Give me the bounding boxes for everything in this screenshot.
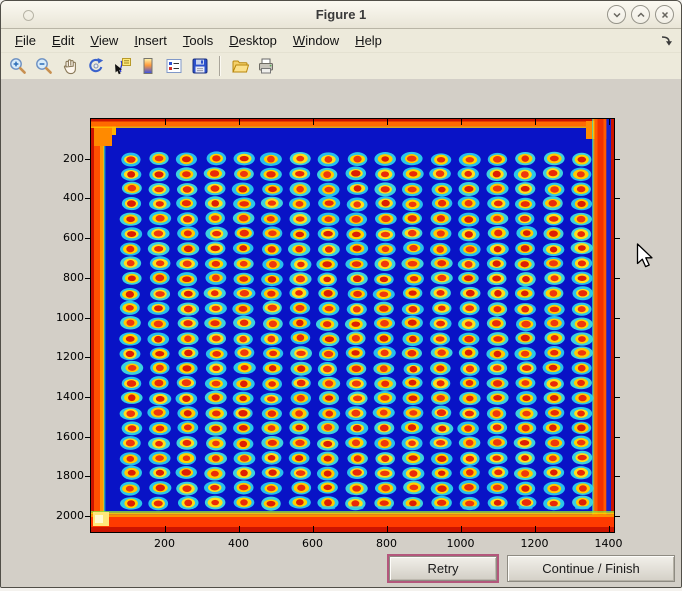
y-tick-mark-right — [615, 318, 620, 319]
x-tick-label: 800 — [365, 537, 409, 550]
y-tick-label: 1200 — [39, 350, 84, 363]
print-icon[interactable] — [255, 55, 277, 77]
menu-bar: FileEditViewInsertToolsDesktopWindowHelp — [1, 29, 681, 53]
x-tick-mark-top — [535, 119, 536, 125]
dock-figure-icon[interactable] — [659, 34, 673, 53]
menu-edit[interactable]: Edit — [44, 31, 82, 50]
x-tick-mark — [609, 526, 610, 532]
menu-window[interactable]: Window — [285, 31, 347, 50]
y-tick-mark-right — [615, 238, 620, 239]
open-folder-icon[interactable] — [229, 55, 251, 77]
menu-tools[interactable]: Tools — [175, 31, 221, 50]
x-tick-mark — [313, 526, 314, 532]
x-tick-mark — [387, 526, 388, 532]
y-tick-mark-right — [615, 198, 620, 199]
zoom-out-icon[interactable] — [33, 55, 55, 77]
figure-canvas: Retry Continue / Finish 200 400 600 800 1000… — [1, 79, 681, 587]
insert-legend-icon[interactable] — [163, 55, 185, 77]
y-tick-mark — [85, 238, 90, 239]
x-tick-label: 600 — [291, 537, 335, 550]
save-icon[interactable] — [189, 55, 211, 77]
x-tick-mark-top — [609, 119, 610, 125]
y-tick-mark — [85, 397, 90, 398]
x-tick-mark-top — [313, 119, 314, 125]
y-tick-mark-right — [615, 437, 620, 438]
x-tick-mark — [165, 526, 166, 532]
y-tick-mark-right — [615, 159, 620, 160]
y-tick-label: 1600 — [39, 430, 84, 443]
window-title: Figure 1 — [316, 7, 367, 22]
x-tick-mark — [239, 526, 240, 532]
y-tick-mark — [85, 159, 90, 160]
x-tick-mark-top — [387, 119, 388, 125]
zoom-in-icon[interactable] — [7, 55, 29, 77]
y-tick-mark-right — [615, 397, 620, 398]
window-controls — [607, 5, 674, 24]
x-tick-label: 1200 — [513, 537, 557, 550]
y-tick-mark-right — [615, 476, 620, 477]
x-tick-mark-top — [165, 119, 166, 125]
y-tick-label: 800 — [39, 271, 84, 284]
retry-button[interactable]: Retry — [387, 554, 499, 583]
maximize-button[interactable] — [631, 5, 650, 24]
y-tick-label: 1000 — [39, 311, 84, 324]
retry-button-label: Retry — [427, 561, 458, 576]
colorbar-icon[interactable] — [137, 55, 159, 77]
y-tick-label: 400 — [39, 191, 84, 204]
chevron-down-icon — [612, 10, 622, 20]
menu-file[interactable]: File — [7, 31, 44, 50]
y-tick-mark-right — [615, 516, 620, 517]
x-tick-mark — [535, 526, 536, 532]
y-tick-mark-right — [615, 278, 620, 279]
minimize-button[interactable] — [607, 5, 626, 24]
pan-icon[interactable] — [59, 55, 81, 77]
figure-window: Figure 1 FileEditViewInsertToolsDesktopW… — [0, 0, 682, 588]
x-tick-mark — [461, 526, 462, 532]
close-button[interactable] — [655, 5, 674, 24]
heatmap-image — [91, 119, 614, 532]
figure-toolbar — [1, 53, 681, 80]
y-tick-label: 1800 — [39, 469, 84, 482]
menu-help[interactable]: Help — [347, 31, 390, 50]
window-menu-icon[interactable] — [23, 10, 34, 21]
chevron-up-icon — [636, 10, 646, 20]
x-icon — [660, 10, 670, 20]
x-tick-mark-top — [461, 119, 462, 125]
x-tick-label: 1000 — [439, 537, 483, 550]
x-tick-label: 200 — [143, 537, 187, 550]
title-bar[interactable]: Figure 1 — [1, 1, 681, 29]
y-tick-mark-right — [615, 357, 620, 358]
y-tick-mark — [85, 278, 90, 279]
x-tick-label: 400 — [217, 537, 261, 550]
y-tick-mark — [85, 318, 90, 319]
toolbar-separator — [219, 56, 221, 76]
y-tick-mark — [85, 476, 90, 477]
mouse-cursor-icon — [636, 243, 654, 274]
menu-desktop[interactable]: Desktop — [221, 31, 285, 50]
y-tick-label: 2000 — [39, 509, 84, 522]
rotate-3d-icon[interactable] — [85, 55, 107, 77]
data-cursor-icon[interactable] — [111, 55, 133, 77]
y-tick-mark — [85, 437, 90, 438]
y-tick-label: 200 — [39, 152, 84, 165]
plot-axes[interactable] — [90, 118, 615, 533]
menu-insert[interactable]: Insert — [126, 31, 175, 50]
y-tick-label: 600 — [39, 231, 84, 244]
y-tick-mark — [85, 357, 90, 358]
continue-finish-button-label: Continue / Finish — [542, 561, 640, 576]
y-tick-label: 1400 — [39, 390, 84, 403]
continue-finish-button[interactable]: Continue / Finish — [507, 555, 675, 582]
x-tick-mark-top — [239, 119, 240, 125]
y-tick-mark — [85, 516, 90, 517]
menu-view[interactable]: View — [82, 31, 126, 50]
y-tick-mark — [85, 198, 90, 199]
x-tick-label: 1400 — [587, 537, 631, 550]
